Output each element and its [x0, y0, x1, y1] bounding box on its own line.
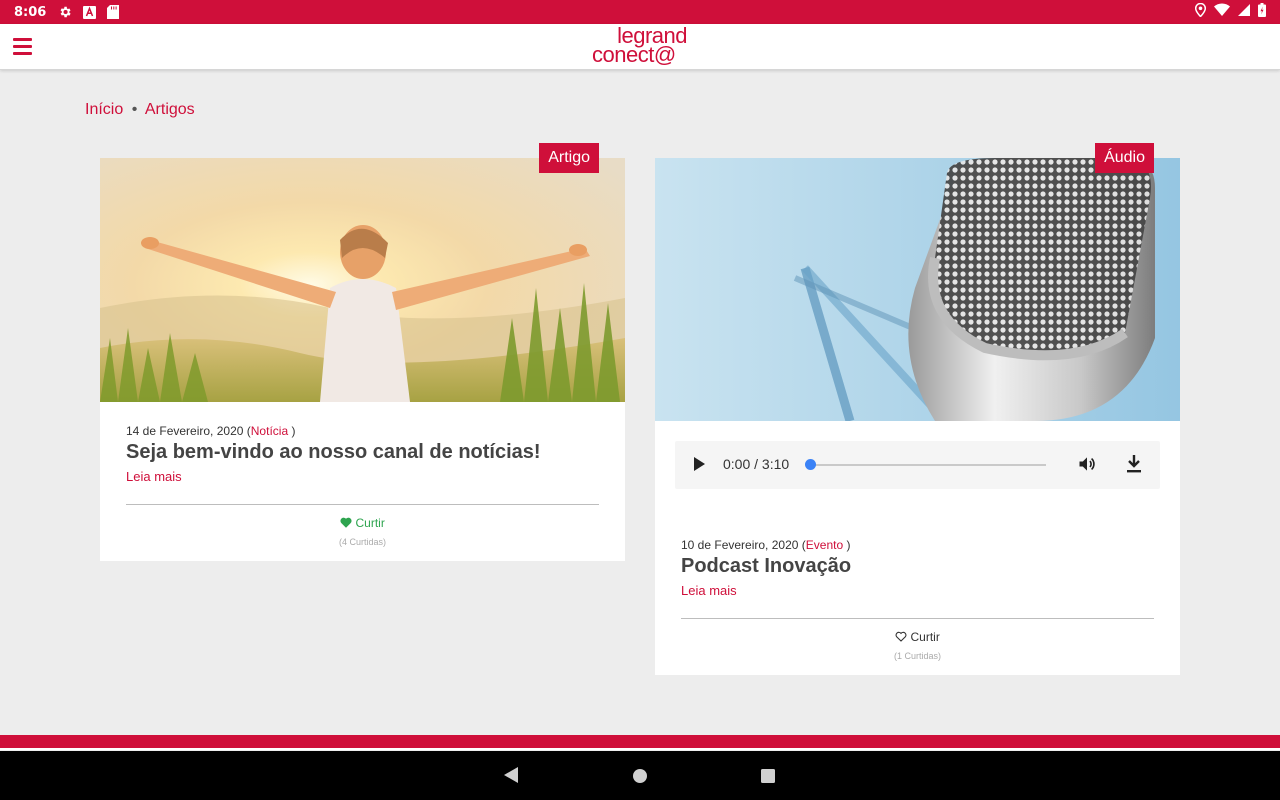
likes-count: (1 Curtidas) [893, 651, 941, 661]
article-date: 10 de Fevereiro, 2020 [681, 538, 799, 552]
app-header: legrand conect@ [0, 24, 1280, 70]
article-date: 14 de Fevereiro, 2020 [126, 424, 244, 438]
article-meta: 14 de Fevereiro, 2020 (Notícia ) [126, 424, 296, 438]
article-category[interactable]: Notícia [251, 424, 288, 438]
audio-seek-bar[interactable] [805, 459, 1046, 470]
article-image[interactable] [100, 158, 625, 402]
status-time: 8:06 [14, 4, 47, 20]
heart-outline-icon [895, 631, 907, 642]
sd-card-icon [106, 5, 120, 19]
heart-filled-icon [340, 517, 352, 528]
podcast-image[interactable] [655, 158, 1180, 421]
footer-band [0, 735, 1280, 750]
location-icon [1194, 2, 1207, 22]
recents-icon[interactable] [761, 769, 775, 783]
status-bar: 8:06 [0, 0, 1280, 24]
seek-thumb[interactable] [805, 459, 816, 470]
like-label: Curtir [355, 516, 385, 530]
breadcrumb-home[interactable]: Início [85, 101, 123, 118]
download-icon[interactable] [1126, 455, 1142, 473]
audio-time: 0:00 / 3:10 [723, 456, 790, 472]
cell-signal-icon [1238, 3, 1250, 21]
like-button[interactable]: Curtir [655, 630, 1180, 644]
article-category[interactable]: Evento [806, 538, 843, 552]
audio-card: Áudio 0:00 / 3:10 10 de Fevereiro, 2020 … [655, 143, 1180, 675]
text-app-icon [82, 5, 96, 19]
volume-icon[interactable] [1077, 454, 1097, 474]
menu-icon[interactable] [13, 38, 32, 55]
back-icon[interactable] [504, 767, 518, 783]
settings-icon [58, 5, 72, 19]
article-title[interactable]: Podcast Inovação [681, 555, 851, 578]
logo-line-2: conect@ [592, 42, 676, 67]
read-more-link[interactable]: Leia mais [681, 583, 737, 598]
divider [126, 504, 599, 505]
article-title[interactable]: Seja bem-vindo ao nosso canal de notícia… [126, 441, 541, 464]
legrand-logo[interactable]: legrand conect@ [590, 25, 690, 68]
likes-count: (4 Curtidas) [338, 537, 386, 547]
divider [681, 618, 1154, 619]
play-icon[interactable] [693, 457, 705, 471]
home-icon[interactable] [633, 769, 647, 783]
tag-badge: Áudio [1095, 143, 1154, 173]
breadcrumb: Início • Artigos [85, 101, 195, 119]
like-label: Curtir [910, 630, 940, 644]
breadcrumb-separator: • [131, 101, 138, 118]
battery-icon [1258, 2, 1266, 22]
like-button[interactable]: Curtir [100, 516, 625, 530]
article-meta: 10 de Fevereiro, 2020 (Evento ) [681, 538, 851, 552]
audio-player: 0:00 / 3:10 [675, 441, 1160, 489]
wifi-icon [1214, 3, 1230, 21]
system-nav-bar [0, 751, 1280, 800]
read-more-link[interactable]: Leia mais [126, 469, 182, 484]
tag-badge: Artigo [539, 143, 599, 173]
breadcrumb-current[interactable]: Artigos [145, 101, 195, 118]
article-card: Artigo 14 de Fevereiro, 2020 (Notícia ) … [100, 143, 625, 561]
